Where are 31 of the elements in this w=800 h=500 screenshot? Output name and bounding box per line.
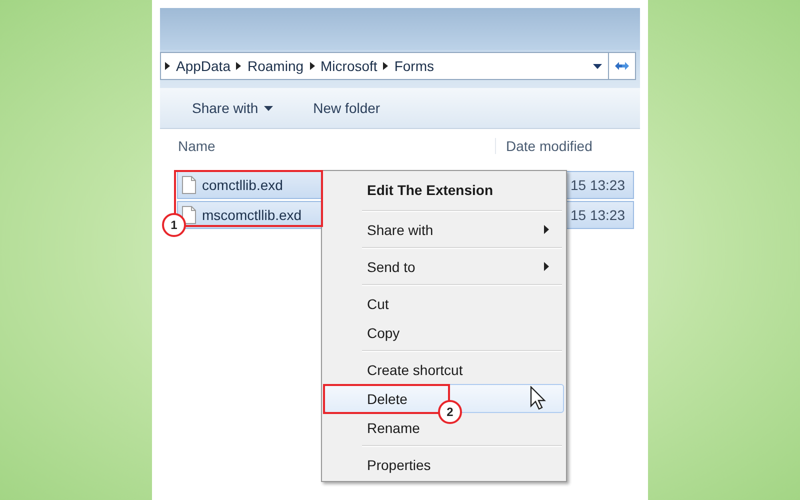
breadcrumb-item[interactable]: AppData xyxy=(176,58,230,74)
column-header[interactable]: Date modified xyxy=(495,138,592,154)
date-modified: 15 13:23 xyxy=(570,207,626,223)
file-icon xyxy=(182,206,196,224)
breadcrumb-arrow-icon[interactable] xyxy=(310,62,315,70)
date-modified: 15 13:23 xyxy=(570,177,626,193)
breadcrumb-item[interactable]: Roaming xyxy=(247,58,304,74)
mouse-cursor-icon xyxy=(530,386,546,411)
menu-item[interactable]: Share with xyxy=(324,215,564,244)
toolbar-button[interactable]: Share with xyxy=(192,100,274,116)
column-header[interactable]: Name xyxy=(160,138,495,154)
breadcrumb-arrow-icon[interactable] xyxy=(236,62,242,70)
file-name: comctllib.exd xyxy=(202,177,283,193)
submenu-arrow-icon xyxy=(544,225,549,234)
breadcrumb-item[interactable]: Forms xyxy=(394,58,434,74)
menu-item[interactable]: Copy xyxy=(324,318,564,347)
menu-item[interactable]: Properties xyxy=(324,450,564,479)
breadcrumb-arrow-icon[interactable] xyxy=(165,62,170,70)
refresh-icon[interactable] xyxy=(614,60,630,72)
breadcrumb-item[interactable]: Microsoft xyxy=(320,58,378,74)
menu-item[interactable]: Create shortcut xyxy=(324,355,564,384)
caret-icon xyxy=(264,106,274,110)
submenu-arrow-icon xyxy=(544,262,549,271)
menu-item[interactable]: Cut xyxy=(324,289,564,318)
file-name: mscomctllib.exd xyxy=(202,207,302,223)
breadcrumb-arrow-icon[interactable] xyxy=(383,62,388,70)
address-bar[interactable]: AppData Roaming Microsoft Forms xyxy=(160,52,636,80)
toolbar-button[interactable]: New folder xyxy=(313,100,380,116)
menu-item[interactable]: Send to xyxy=(324,252,564,281)
dropdown-caret-icon[interactable] xyxy=(593,64,602,68)
file-icon xyxy=(182,176,196,194)
